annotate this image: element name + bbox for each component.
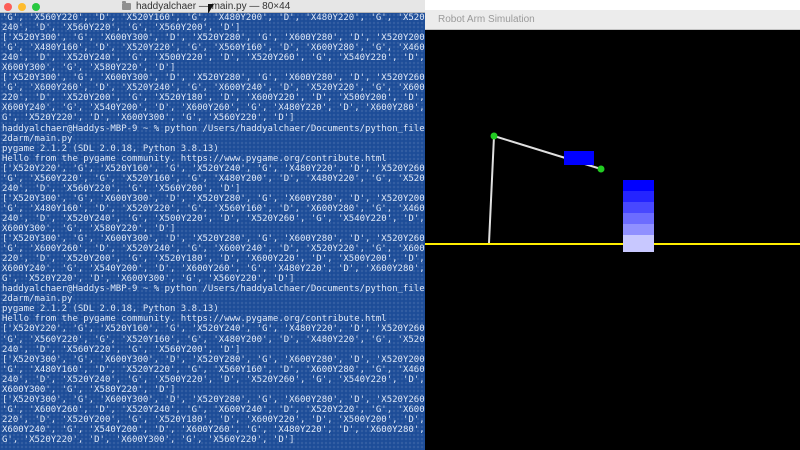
terminal-line: ['X520Y300', 'G', 'X600Y300', 'D', 'X520… xyxy=(2,234,425,245)
terminal-line: pygame 2.1.2 (SDL 2.0.18, Python 3.8.13) xyxy=(2,304,219,315)
folder-icon xyxy=(122,1,131,10)
terminal-titlebar[interactable]: haddyalchaer — main.py — 80×44 xyxy=(0,0,425,14)
terminal-line: ['X520Y220', 'G', 'X520Y160', 'G', 'X520… xyxy=(2,163,425,174)
terminal-line: X600Y240', 'G', 'X540Y200', 'D', 'X600Y2… xyxy=(2,264,425,275)
terminal-line: X600Y240', 'G', 'X540Y200', 'D', 'X600Y2… xyxy=(2,424,425,435)
terminal-line: pygame 2.1.2 (SDL 2.0.18, Python 3.8.13) xyxy=(2,143,219,154)
stack-block xyxy=(623,224,654,235)
terminal-line: 2darm/main.py xyxy=(2,133,73,144)
terminal-line: ['X520Y300', 'G', 'X600Y300', 'D', 'X520… xyxy=(2,193,425,204)
terminal-line: 240', 'D', 'X560Y220', 'G', 'X560Y200', … xyxy=(2,23,241,34)
terminal-line: Hello from the pygame community. https:/… xyxy=(2,153,387,164)
terminal-line: G', 'X520Y220', 'D', 'X600Y300', 'G', 'X… xyxy=(2,113,295,124)
terminal-line: 240', 'D', 'X560Y220', 'G', 'X560Y200', … xyxy=(2,344,241,355)
terminal-line: 'G', 'X560Y220', 'G', 'X520Y160', 'G', '… xyxy=(2,334,425,345)
terminal-line: ['X520Y300', 'G', 'X600Y300', 'D', 'X520… xyxy=(2,394,425,405)
terminal-line: haddyalchaer@Haddys-MBP-9 ~ % python /Us… xyxy=(2,284,425,295)
terminal-line: haddyalchaer@Haddys-MBP-9 ~ % python /Us… xyxy=(2,123,425,134)
held-block xyxy=(564,151,594,165)
simulation-titlebar[interactable]: Robot Arm Simulation xyxy=(425,0,800,30)
terminal-line: ['X520Y300', 'G', 'X600Y300', 'D', 'X520… xyxy=(2,354,425,365)
terminal-line: 220', 'D', 'X520Y200', 'G', 'X520Y180', … xyxy=(2,414,425,425)
terminal-line: 'G', 'X600Y260', 'D', 'X520Y240', 'G', '… xyxy=(2,404,425,415)
block-stack xyxy=(623,180,654,252)
terminal-line: 220', 'D', 'X520Y200', 'G', 'X520Y180', … xyxy=(2,254,425,265)
gripper-joint xyxy=(597,165,605,173)
terminal-line: 240', 'D', 'X560Y220', 'G', 'X560Y200', … xyxy=(2,183,241,194)
terminal-line: X600Y240', 'G', 'X540Y200', 'D', 'X600Y2… xyxy=(2,103,425,114)
terminal-line: 240', 'D', 'X520Y240', 'G', 'X500Y220', … xyxy=(2,53,425,64)
terminal-line: 'G', 'X600Y260', 'D', 'X520Y240', 'G', '… xyxy=(2,244,425,255)
terminal-line: 2darm/main.py xyxy=(2,294,73,305)
simulation-window[interactable]: Robot Arm Simulation xyxy=(425,0,800,450)
terminal-line: ['X520Y300', 'G', 'X600Y300', 'D', 'X520… xyxy=(2,73,425,84)
terminal-line: 'G', 'X600Y260', 'D', 'X520Y240', 'G', '… xyxy=(2,83,425,94)
terminal-line: G', 'X520Y220', 'D', 'X600Y300', 'G', 'X… xyxy=(2,274,295,285)
terminal-line: 'G', 'X560Y220', 'G', 'X520Y160', 'G', '… xyxy=(2,173,425,184)
terminal-line: 240', 'D', 'X520Y240', 'G', 'X500Y220', … xyxy=(2,213,425,224)
terminal-line: ['X520Y220', 'G', 'X520Y160', 'G', 'X520… xyxy=(2,324,425,335)
stack-block xyxy=(623,202,654,213)
terminal-output[interactable]: 'G', 'X560Y220', 'D', 'X520Y160', 'G', '… xyxy=(0,13,425,450)
close-window-button[interactable] xyxy=(4,3,12,11)
terminal-line: X600Y300', 'G', 'X580Y220', 'D'] xyxy=(2,223,176,234)
terminal-line: G', 'X520Y220', 'D', 'X600Y300', 'G', 'X… xyxy=(2,434,295,445)
terminal-line: 'G', 'X480Y160', 'D', 'X520Y220', 'G', '… xyxy=(2,203,425,214)
terminal-line: 220', 'D', 'X520Y200', 'G', 'X520Y180', … xyxy=(2,93,425,104)
stack-block xyxy=(623,213,654,224)
terminal-line: 'G', 'X560Y220', 'D', 'X520Y160', 'G', '… xyxy=(2,13,425,23)
canvas-background xyxy=(425,31,800,450)
elbow-joint xyxy=(490,132,498,140)
terminal-line: 240', 'D', 'X520Y240', 'G', 'X500Y220', … xyxy=(2,374,425,385)
simulation-title: Robot Arm Simulation xyxy=(438,14,535,25)
simulation-canvas[interactable] xyxy=(425,31,800,450)
stack-block xyxy=(623,180,654,191)
terminal-line: ['X520Y300', 'G', 'X600Y300', 'D', 'X520… xyxy=(2,33,425,44)
terminal-window[interactable]: haddyalchaer — main.py — 80×44 'G', 'X56… xyxy=(0,0,425,450)
terminal-line: Hello from the pygame community. https:/… xyxy=(2,314,387,325)
minimize-window-button[interactable] xyxy=(18,3,26,11)
maximize-window-button[interactable] xyxy=(32,3,40,11)
terminal-line: 'G', 'X480Y160', 'D', 'X520Y220', 'G', '… xyxy=(2,364,425,375)
terminal-line: X600Y300', 'G', 'X580Y220', 'D'] xyxy=(2,63,176,74)
terminal-line: X600Y300', 'G', 'X580Y220', 'D'] xyxy=(2,384,176,395)
stack-block xyxy=(623,235,654,252)
terminal-line: 'G', 'X480Y160', 'D', 'X520Y220', 'G', '… xyxy=(2,43,425,54)
stack-block xyxy=(623,191,654,202)
